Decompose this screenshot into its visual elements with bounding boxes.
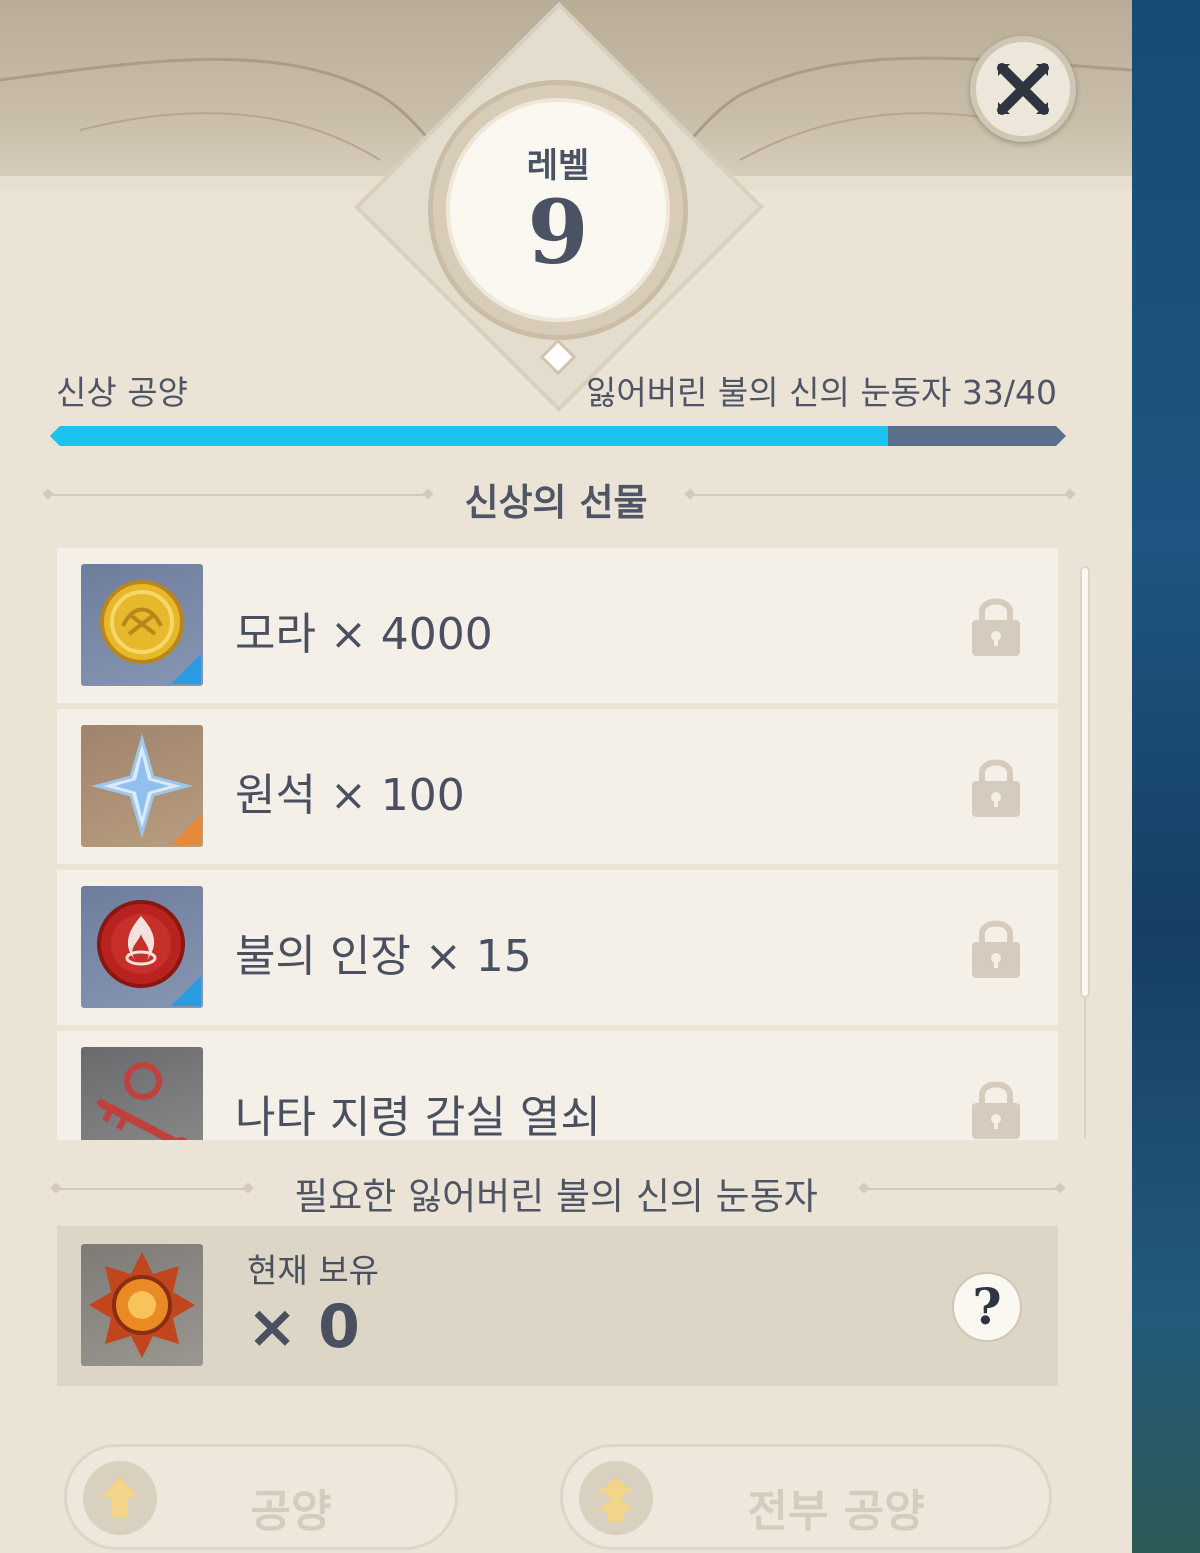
gift-row: 불의 인장 × 15 bbox=[57, 870, 1058, 1025]
gift-row: 원석 × 100 bbox=[57, 709, 1058, 864]
rarity-corner bbox=[171, 976, 201, 1006]
level-value: 9 bbox=[527, 180, 589, 284]
rarity-corner bbox=[171, 654, 201, 684]
gift-icon-frame bbox=[81, 886, 203, 1008]
help-button[interactable]: ? bbox=[952, 1272, 1022, 1342]
required-item-icon-frame bbox=[81, 1244, 203, 1366]
offering-progress-bar bbox=[50, 426, 1066, 446]
gift-row: 모라 × 4000 bbox=[57, 548, 1058, 703]
lock-icon bbox=[972, 920, 1020, 978]
gift-label: 원석 × 100 bbox=[235, 770, 465, 821]
required-item-row: 현재 보유 × 0 ? bbox=[57, 1226, 1058, 1386]
gift-row: 나타 지령 감실 열쇠 bbox=[57, 1031, 1058, 1140]
gift-icon-frame bbox=[81, 1047, 203, 1140]
lock-icon bbox=[972, 598, 1020, 656]
gifts-section-title: 신상의 선물 bbox=[464, 481, 648, 524]
offering-progress-label: 신상 공양 bbox=[56, 373, 188, 412]
gift-list-scrollbar[interactable] bbox=[1077, 556, 1093, 1146]
gift-label: 불의 인장 × 15 bbox=[235, 931, 532, 982]
scrollbar-thumb[interactable] bbox=[1080, 566, 1090, 998]
close-button[interactable] bbox=[970, 36, 1076, 142]
offer-button[interactable]: 공양 bbox=[64, 1444, 458, 1550]
scrollbar-track-line bbox=[1084, 998, 1086, 1138]
level-emblem: 레벨 9 bbox=[446, 98, 670, 322]
offer-button-label: 공양 bbox=[250, 1486, 332, 1537]
gift-icon-frame bbox=[81, 725, 203, 847]
offering-progress-fill bbox=[50, 426, 889, 446]
key-icon bbox=[97, 1062, 188, 1140]
game-world-background bbox=[1130, 0, 1200, 1553]
offer-all-button[interactable]: 전부 공양 bbox=[560, 1444, 1052, 1550]
required-section-title: 필요한 잃어버린 불의 신의 눈동자 bbox=[294, 1175, 818, 1218]
offering-progress-count: 잃어버린 불의 신의 눈동자 33/40 bbox=[585, 373, 1057, 412]
lost-pyro-eye-icon bbox=[89, 1252, 195, 1358]
rarity-corner bbox=[171, 815, 201, 845]
gift-label: 모라 × 4000 bbox=[235, 609, 493, 660]
gift-list[interactable]: 모라 × 4000 원석 × 100 불의 인장 × 15 나타 지령 감실 열… bbox=[57, 548, 1058, 1140]
held-value: × 0 bbox=[247, 1292, 360, 1362]
offer-all-button-label: 전부 공양 bbox=[747, 1486, 925, 1537]
lock-icon bbox=[972, 759, 1020, 817]
gift-icon-frame bbox=[81, 564, 203, 686]
close-icon bbox=[997, 63, 1049, 115]
gift-label: 나타 지령 감실 열쇠 bbox=[235, 1092, 601, 1140]
lock-icon bbox=[972, 1081, 1020, 1139]
held-label: 현재 보유 bbox=[247, 1251, 379, 1290]
statue-offering-panel: 레벨 9 신상 공양 잃어버린 불의 신의 눈동자 33/40 신상의 선물 모… bbox=[0, 0, 1132, 1553]
